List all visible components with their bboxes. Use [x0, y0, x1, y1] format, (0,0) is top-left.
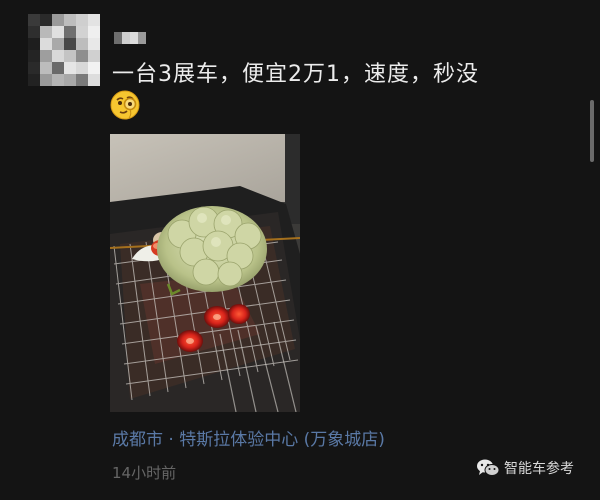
author-avatar[interactable] [28, 14, 100, 86]
wechat-icon [476, 458, 500, 478]
post-text: 一台3展车，便宜2万1，速度，秒没 [112, 62, 479, 87]
author-name-blurred[interactable] [114, 32, 146, 44]
location-link[interactable]: 成都市 · 特斯拉体验中心 (万象城店) [112, 425, 385, 450]
watermark: 智能车参考 [476, 458, 574, 478]
post-photo[interactable] [110, 134, 300, 412]
monocle-emoji-icon [110, 90, 140, 120]
scrollbar[interactable] [590, 100, 594, 162]
post-timestamp: 14小时前 [112, 464, 177, 482]
watermark-label: 智能车参考 [504, 461, 574, 477]
